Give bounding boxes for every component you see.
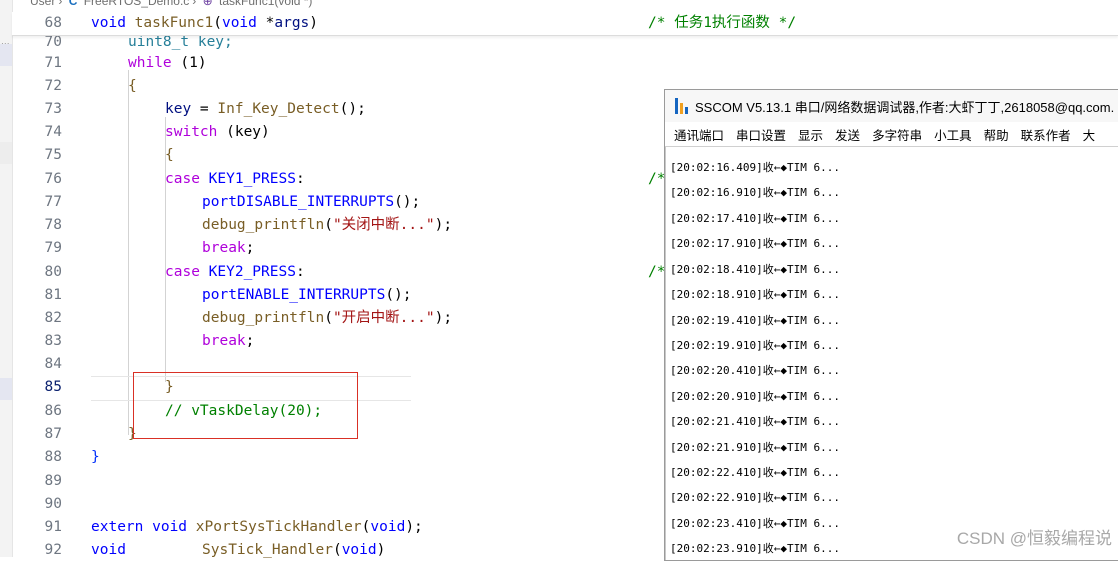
chevron-right-icon: › xyxy=(58,0,63,8)
log-line: [20:02:17.410]收←◆TIM 6... xyxy=(670,212,840,225)
menu-multi-string[interactable]: 多字符串 xyxy=(872,125,922,144)
sidebar-item-marker[interactable] xyxy=(0,44,12,66)
log-line: [20:02:18.410]收←◆TIM 6... xyxy=(670,263,840,276)
menu-overflow[interactable]: 大 xyxy=(1083,125,1096,144)
log-line: [20:02:21.910]收←◆TIM 6... xyxy=(670,441,840,454)
c-file-icon: C xyxy=(68,0,78,8)
sscom-menubar: 通讯端口 串口设置 显示 发送 多字符串 小工具 帮助 联系作者 大 xyxy=(665,122,1118,147)
sscom-title: SSCOM V5.13.1 串口/网络数据调试器,作者:大虾丁丁,2618058… xyxy=(695,99,1115,115)
sidebar-item-marker[interactable] xyxy=(0,378,12,400)
log-line: [20:02:20.910]收←◆TIM 6... xyxy=(670,390,840,403)
menu-send[interactable]: 发送 xyxy=(835,125,860,144)
code-line: 71 while (1) xyxy=(44,55,207,71)
log-line: [20:02:16.910]收←◆TIM 6... xyxy=(670,186,840,199)
breadcrumb: User › C FreeRTOS_Demo.c › ⊕ taskFunc1(voi… xyxy=(30,0,315,10)
sidebar-item-marker[interactable] xyxy=(0,142,12,164)
log-line: [20:02:22.410]收←◆TIM 6... xyxy=(670,466,840,479)
log-line: [20:02:19.410]收←◆TIM 6... xyxy=(670,314,840,327)
receive-log-panel[interactable]: [20:02:16.409]收←◆TIM 6... [20:02:16.910]… xyxy=(665,147,1118,560)
sticky-scroll-header[interactable]: 68 void taskFunc1(void *args) /* 任务1执行函数… xyxy=(12,12,1118,36)
menu-tools[interactable]: 小工具 xyxy=(934,125,972,144)
log-line: [20:02:17.910]收←◆TIM 6... xyxy=(670,237,840,250)
log-line: [20:02:16.409]收←◆TIM 6... xyxy=(670,161,840,174)
menu-display[interactable]: 显示 xyxy=(798,125,823,144)
signal-bars-icon xyxy=(675,98,689,114)
sticky-function-signature: void taskFunc1(void *args) xyxy=(91,15,319,31)
menu-comm-port[interactable]: 通讯端口 xyxy=(674,125,724,144)
sscom-title-bar[interactable]: SSCOM V5.13.1 串口/网络数据调试器,作者:大虾丁丁,2618058… xyxy=(665,90,1118,122)
sticky-comment: /* 任务1执行函数 */ xyxy=(648,15,797,31)
chevron-right-icon: › xyxy=(192,0,197,8)
log-line: [20:02:20.410]收←◆TIM 6... xyxy=(670,364,840,377)
log-line: [20:02:21.410]收←◆TIM 6... xyxy=(670,415,840,428)
line-number: 68 xyxy=(44,15,62,31)
menu-help[interactable]: 帮助 xyxy=(984,125,1009,144)
breadcrumb-file[interactable]: FreeRTOS_Demo.c xyxy=(84,0,190,8)
log-line: [20:02:22.910]收←◆TIM 6... xyxy=(670,491,840,504)
log-line: [20:02:23.910]收←◆TIM 6... xyxy=(670,542,840,555)
log-line: [20:02:23.410]收←◆TIM 6... xyxy=(670,517,840,530)
highlight-annotation-box xyxy=(133,372,358,439)
csdn-watermark: CSDN @恒毅编程说 xyxy=(956,529,1112,548)
breadcrumb-folder[interactable]: User xyxy=(30,0,55,8)
function-icon: ⊕ xyxy=(202,0,213,8)
log-line: [20:02:19.910]收←◆TIM 6... xyxy=(670,339,840,352)
breadcrumb-function[interactable]: taskFunc1(void *) xyxy=(219,0,312,8)
menu-serial-settings[interactable]: 串口设置 xyxy=(736,125,786,144)
log-line: [20:02:18.910]收←◆TIM 6... xyxy=(670,288,840,301)
sscom-window[interactable]: SSCOM V5.13.1 串口/网络数据调试器,作者:大虾丁丁,2618058… xyxy=(664,89,1118,561)
menu-contact-author[interactable]: 联系作者 xyxy=(1021,125,1071,144)
